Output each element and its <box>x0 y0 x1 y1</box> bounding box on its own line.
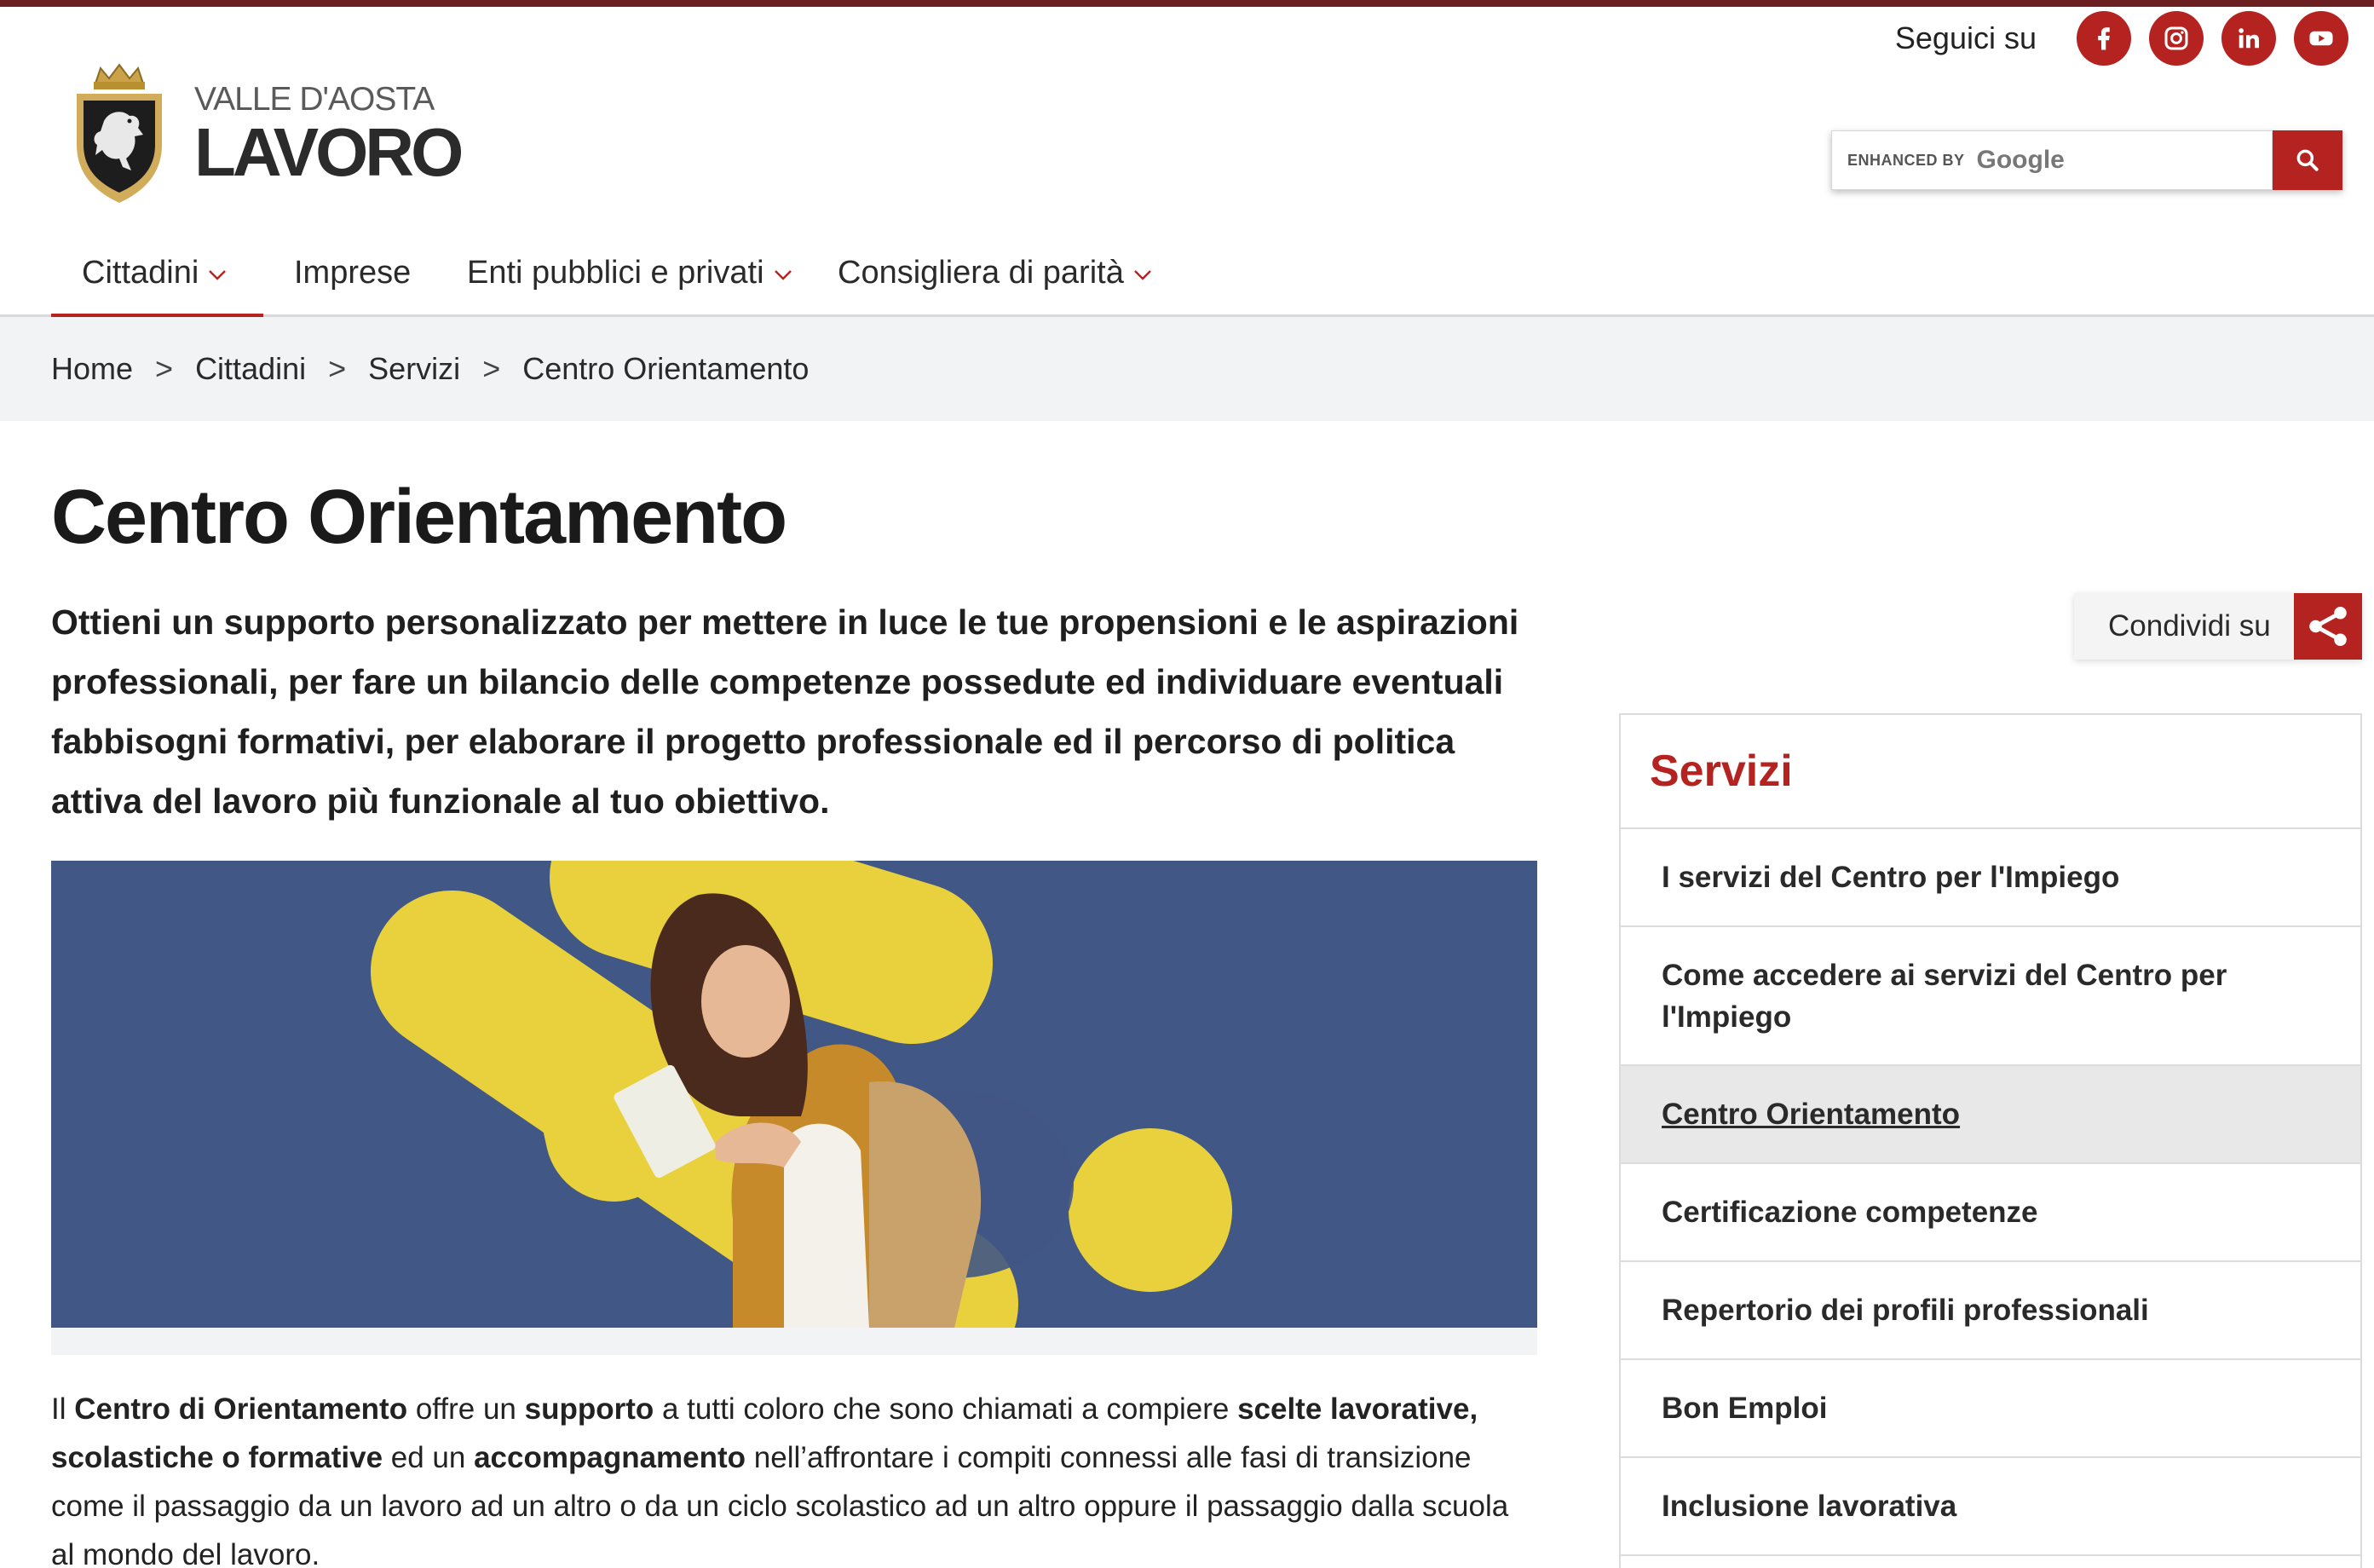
search-enhanced-label: ENHANCED BY <box>1847 151 1965 169</box>
share-button[interactable] <box>2294 593 2362 660</box>
body-paragraph: Il Centro di Orientamento offre un suppo… <box>51 1385 1534 1568</box>
body-text-segment: a tutti coloro che sono chiamati a compi… <box>654 1392 1238 1426</box>
sidebar-item-servizi-cpi[interactable]: I servizi del Centro per l'Impiego <box>1621 829 2360 927</box>
body-text-segment: offre un <box>407 1392 525 1426</box>
sidebar-item-centro-orientamento[interactable]: Centro Orientamento <box>1621 1066 2360 1164</box>
brand-name: LAVORO <box>194 114 464 190</box>
main-nav: Cittadini Imprese Enti pubblici e privat… <box>0 230 2374 318</box>
breadcrumb-cittadini[interactable]: Cittadini <box>195 351 306 387</box>
nav-item-imprese[interactable]: Imprese <box>294 230 411 315</box>
search-button[interactable] <box>2273 130 2342 190</box>
page-title: Centro Orientamento <box>51 475 787 560</box>
sidebar-title: Servizi <box>1621 715 2360 829</box>
breadcrumb-home[interactable]: Home <box>51 351 133 387</box>
chevron-down-icon <box>1133 270 1151 280</box>
page-lead: Ottieni un supporto personalizzato per m… <box>51 602 1519 821</box>
body-bold-segment: accompagnamento <box>474 1441 746 1474</box>
breadcrumb-current: Centro Orientamento <box>522 351 810 386</box>
body-text-segment: Il <box>51 1392 75 1426</box>
google-logo-text: Google <box>1976 146 2065 174</box>
facebook-icon[interactable] <box>2077 11 2131 66</box>
nav-item-label: Enti pubblici e privati <box>467 254 764 291</box>
hero-caption-bar <box>51 1328 1537 1355</box>
hero-image <box>51 861 1537 1328</box>
nav-item-cittadini[interactable]: Cittadini <box>50 230 264 318</box>
body-text-segment: ed un <box>383 1441 475 1474</box>
site-search: ENHANCED BY Google <box>1831 130 2342 190</box>
sidebar-item-accedere-servizi[interactable]: Come accedere ai servizi del Centro per … <box>1621 927 2360 1066</box>
sidebar-item-bon-emploi[interactable]: Bon Emploi <box>1621 1360 2360 1458</box>
social-label: Seguici su <box>1894 20 2037 55</box>
youtube-icon[interactable] <box>2294 11 2348 66</box>
site-logo[interactable]: VALLE D'AOSTA LAVORO <box>70 63 464 205</box>
sidebar-item-repertorio[interactable]: Repertorio dei profili professionali <box>1621 1262 2360 1360</box>
top-accent-bar <box>0 0 2374 7</box>
chevron-down-icon <box>209 270 227 280</box>
nav-item-label: Imprese <box>294 254 412 291</box>
breadcrumb-separator: > <box>482 351 501 386</box>
breadcrumb-separator: > <box>328 351 347 386</box>
brand-region: VALLE D'AOSTA <box>194 81 435 118</box>
nav-item-enti[interactable]: Enti pubblici e privati <box>467 230 793 315</box>
nav-item-label: Consigliera di parità <box>838 254 1124 291</box>
coat-of-arms-icon <box>77 63 162 203</box>
nav-item-label: Cittadini <box>82 254 199 291</box>
share-icon <box>2309 607 2347 646</box>
social-links: Seguici su <box>1895 10 2348 66</box>
search-icon <box>2296 149 2319 171</box>
linkedin-icon[interactable] <box>2221 11 2276 66</box>
services-sidebar: Servizi I servizi del Centro per l'Impie… <box>1619 713 2362 1568</box>
sidebar-item-inclusione[interactable]: Inclusione lavorativa <box>1621 1458 2360 1556</box>
share-widget[interactable]: Condividi su <box>2074 593 2362 660</box>
share-label: Condividi su <box>2108 609 2271 643</box>
chevron-down-icon <box>774 270 792 280</box>
breadcrumb-separator: > <box>155 351 174 386</box>
instagram-icon[interactable] <box>2149 11 2204 66</box>
breadcrumb: Home > Cittadini > Servizi > Centro Orie… <box>0 317 2374 421</box>
search-input[interactable]: ENHANCED BY Google <box>1831 130 2273 190</box>
nav-item-consigliera[interactable]: Consigliera di parità <box>838 230 1153 315</box>
body-bold-segment: supporto <box>524 1392 654 1426</box>
body-bold-segment: Centro di Orientamento <box>74 1392 408 1426</box>
breadcrumb-servizi[interactable]: Servizi <box>368 351 460 387</box>
sidebar-item-certificazione[interactable]: Certificazione competenze <box>1621 1164 2360 1262</box>
